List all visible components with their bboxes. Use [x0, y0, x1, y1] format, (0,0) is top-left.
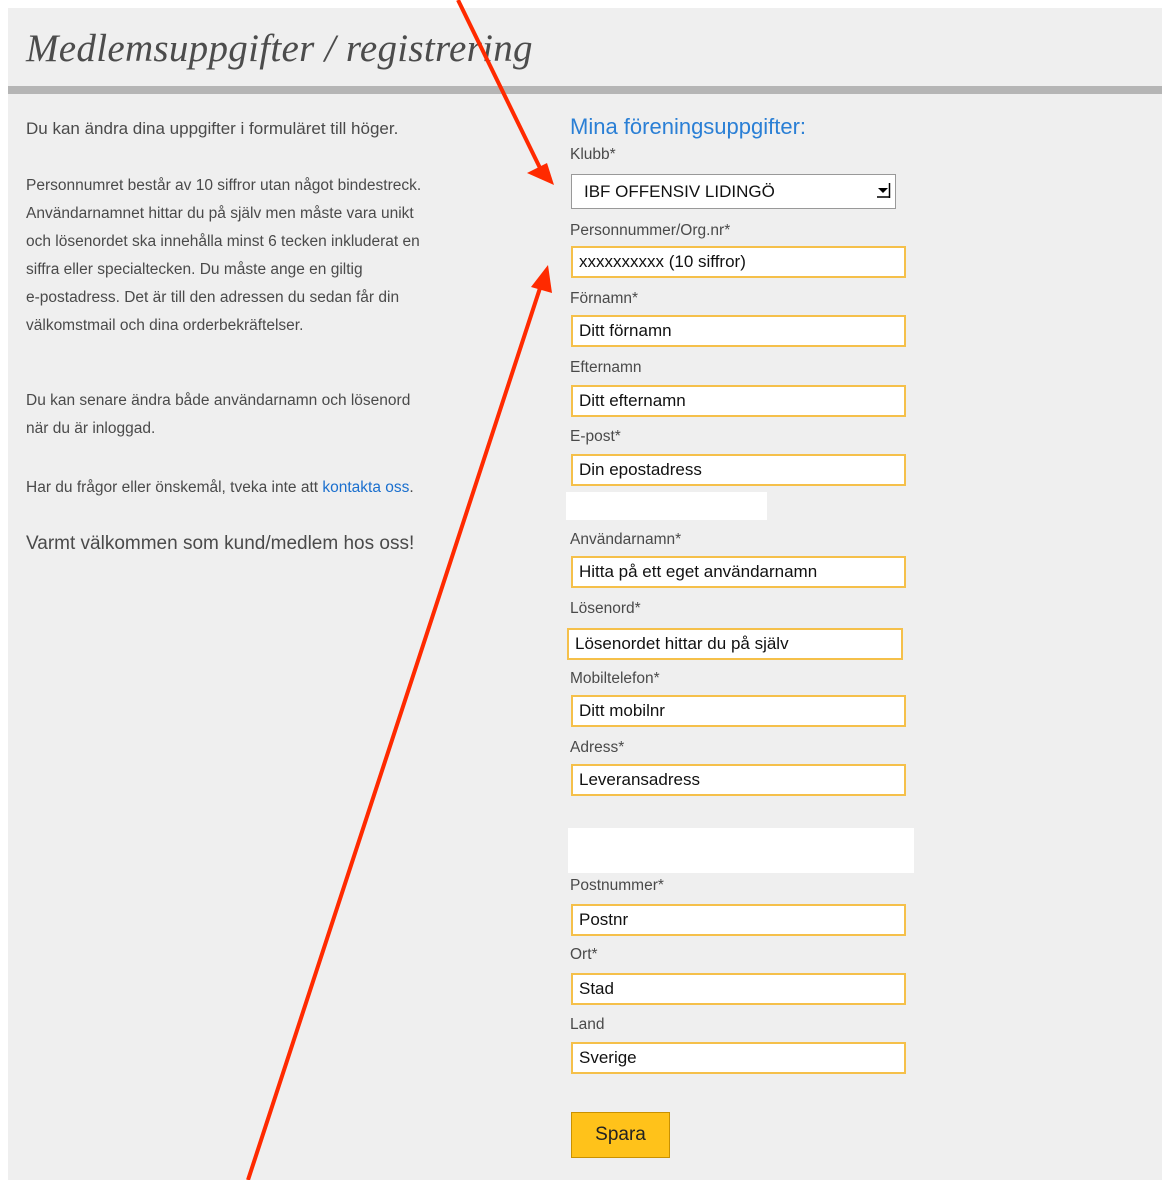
annotation-arrow — [246, 284, 543, 1180]
arrowhead — [527, 163, 554, 185]
arrowhead — [531, 265, 552, 293]
annotation-overlay — [246, 0, 554, 1180]
annotation-arrow — [456, 0, 543, 171]
